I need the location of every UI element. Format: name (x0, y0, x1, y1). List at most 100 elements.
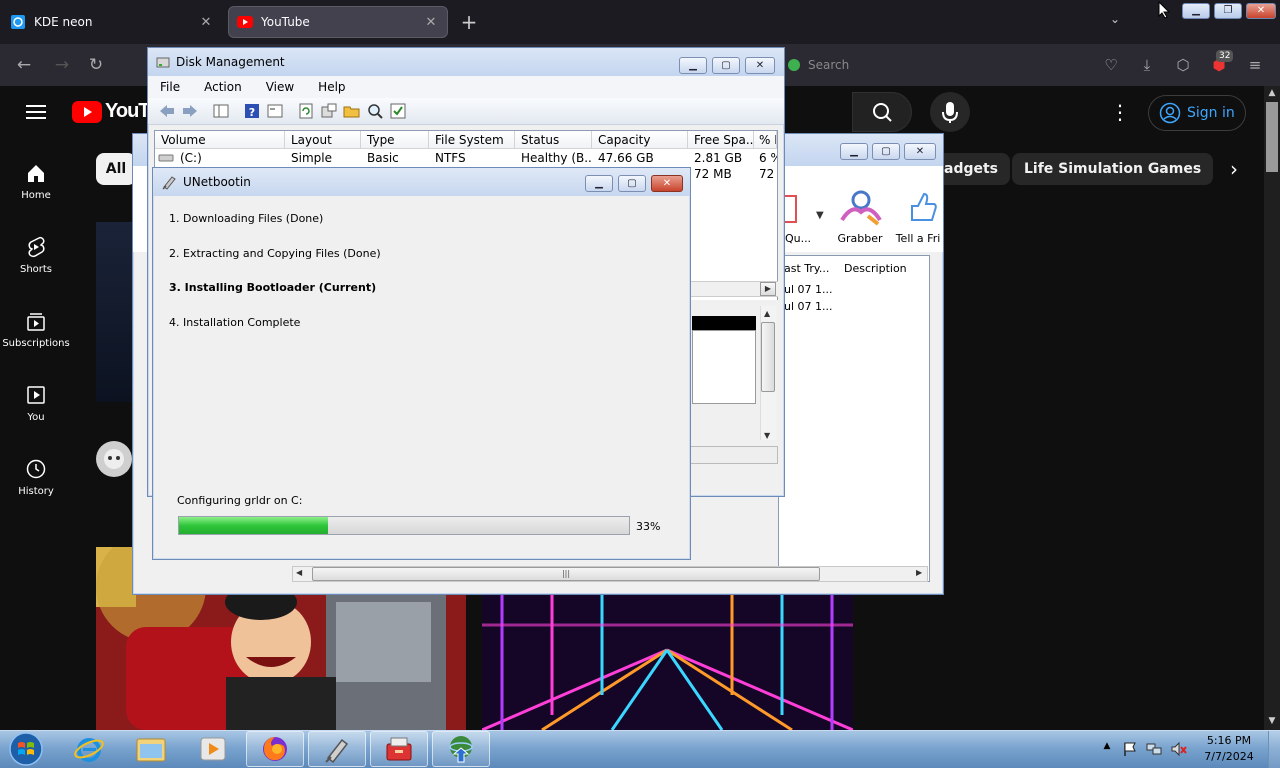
column-header-status[interactable]: Status (515, 131, 592, 149)
unetbootin-taskbar-icon[interactable] (308, 731, 366, 767)
cell-type[interactable]: Basic (361, 150, 429, 166)
scroll-right-arrow-icon[interactable]: ▶ (916, 568, 922, 577)
thumbs-up-icon[interactable] (908, 190, 938, 224)
search-button[interactable] (852, 92, 912, 132)
list-tabs-chevron-icon[interactable]: ⌄ (1110, 12, 1120, 26)
minimize-button[interactable]: ▁ (585, 175, 613, 192)
close-button[interactable]: ✕ (1246, 3, 1276, 19)
column-header-percent-free[interactable]: % F (754, 131, 777, 149)
chip-life-simulation-games[interactable]: Life Simulation Games (1012, 153, 1214, 185)
close-button[interactable]: ✕ (904, 143, 936, 160)
back-arrow-icon[interactable]: ← (12, 54, 36, 76)
disk-bar[interactable] (692, 316, 756, 330)
scroll-down-arrow-icon[interactable]: ▼ (764, 431, 770, 440)
sidebar-item-you[interactable]: You (0, 384, 72, 423)
pocket-icon[interactable]: ♡ (1100, 54, 1122, 76)
sidebar-item-subscriptions[interactable]: Subscriptions (0, 310, 72, 349)
volume-muted-icon[interactable] (1170, 741, 1188, 757)
tab-youtube[interactable]: YouTube ✕ (228, 6, 448, 38)
hamburger-menu-icon[interactable]: ≡ (1244, 54, 1266, 76)
chip-all[interactable]: All (96, 153, 136, 185)
settings-kebab-icon[interactable]: ⋮ (1110, 100, 1130, 124)
cell-capacity[interactable]: 47.66 GB (592, 150, 688, 166)
back-arrow-icon[interactable] (158, 102, 176, 120)
console-tree-icon[interactable] (212, 102, 230, 120)
reload-icon[interactable]: ↻ (84, 54, 108, 76)
download-icon[interactable]: ⤓ (1136, 54, 1158, 76)
media-player-icon[interactable] (184, 731, 242, 767)
cell-status[interactable]: Healthy (B... (515, 150, 592, 166)
menu-help[interactable]: Help (306, 80, 357, 94)
close-button[interactable]: ✕ (745, 57, 775, 74)
list-item[interactable]: ul 07 1... (784, 283, 833, 296)
network-icon[interactable] (1146, 741, 1164, 757)
minimize-button[interactable]: ▁ (1182, 3, 1210, 19)
menu-action[interactable]: Action (192, 80, 254, 94)
column-header-layout[interactable]: Layout (285, 131, 361, 149)
checklist-icon[interactable] (389, 102, 407, 120)
page-scrollbar[interactable] (1264, 86, 1280, 730)
scroll-left-arrow-icon[interactable]: ◀ (296, 568, 302, 577)
computer-management-icon[interactable] (370, 731, 428, 767)
guide-menu-icon[interactable] (26, 104, 46, 120)
maximize-button[interactable]: ▢ (618, 175, 646, 192)
new-tab-button[interactable]: + (456, 10, 482, 34)
close-button[interactable]: ✕ (651, 175, 683, 192)
column-header-free-space[interactable]: Free Spa... (688, 131, 754, 149)
list-item[interactable]: ul 07 1... (784, 300, 833, 313)
system-clock[interactable]: 5:16 PM 7/7/2024 (1196, 733, 1262, 765)
video-thumbnail[interactable] (482, 595, 853, 730)
channel-avatar[interactable] (96, 441, 132, 477)
open-folder-icon[interactable] (343, 102, 361, 120)
properties-icon[interactable] (266, 102, 284, 120)
url-bar[interactable]: Search (788, 52, 1088, 78)
sidebar-item-shorts[interactable]: Shorts (0, 236, 72, 275)
search-icon[interactable] (366, 102, 384, 120)
column-header-volume[interactable]: Volume (155, 131, 285, 149)
cell-file-system[interactable]: NTFS (429, 150, 515, 166)
scroll-up-arrow-icon[interactable]: ▲ (764, 309, 770, 318)
chevron-down-icon[interactable]: ▼ (816, 210, 824, 221)
forward-arrow-icon[interactable] (181, 102, 199, 120)
voice-search-mic-icon[interactable] (930, 92, 970, 132)
cell-volume[interactable]: (C:) (174, 150, 284, 166)
action-center-flag-icon[interactable] (1122, 741, 1140, 757)
minimize-button[interactable]: ▁ (840, 143, 868, 160)
restore-button[interactable]: ❐ (1214, 3, 1242, 19)
help-icon[interactable]: ? (243, 102, 261, 120)
maximize-button[interactable]: ▢ (872, 143, 900, 160)
scrollbar-thumb[interactable] (761, 322, 775, 392)
menu-view[interactable]: View (254, 80, 306, 94)
refresh-icon[interactable] (297, 102, 315, 120)
close-tab-icon[interactable]: ✕ (423, 15, 439, 30)
scroll-down-arrow-icon[interactable]: ▼ (1266, 716, 1278, 728)
grabber-icon[interactable] (838, 190, 884, 228)
scrollbar-thumb[interactable] (1266, 102, 1278, 172)
forward-arrow-icon[interactable]: → (50, 54, 74, 76)
download-manager-icon[interactable] (432, 731, 490, 767)
internet-explorer-icon[interactable] (60, 731, 118, 767)
chevron-right-icon[interactable]: › (1218, 153, 1250, 185)
cell-free-space[interactable]: 2.81 GB (688, 150, 754, 166)
show-hidden-icons-chevron-icon[interactable]: ▲ (1098, 741, 1116, 757)
column-header-capacity[interactable]: Capacity (592, 131, 688, 149)
sidebar-item-history[interactable]: History (0, 458, 72, 497)
file-explorer-icon[interactable] (122, 731, 180, 767)
cell-free-space[interactable]: 72 MB (688, 166, 754, 182)
sign-in-button[interactable]: Sign in (1148, 95, 1246, 131)
maximize-button[interactable]: ▢ (712, 57, 740, 74)
disk-partition-box[interactable] (692, 330, 756, 404)
minimize-button[interactable]: ▁ (679, 57, 707, 74)
menu-file[interactable]: File (148, 80, 192, 94)
column-header-type[interactable]: Type (361, 131, 429, 149)
start-button[interactable] (5, 731, 47, 767)
scrollbar-thumb[interactable]: ||| (312, 567, 820, 581)
sidebar-item-home[interactable]: Home (0, 162, 72, 201)
column-header[interactable]: ast Try... (784, 262, 844, 275)
rescan-disks-icon[interactable] (320, 102, 338, 120)
scroll-up-arrow-icon[interactable]: ▲ (1266, 88, 1278, 100)
cell-percent-free[interactable]: 6 % (754, 150, 777, 166)
cell-percent-free[interactable]: 72 (754, 166, 777, 182)
show-desktop-button[interactable] (1268, 731, 1280, 768)
close-tab-icon[interactable]: ✕ (198, 15, 214, 30)
